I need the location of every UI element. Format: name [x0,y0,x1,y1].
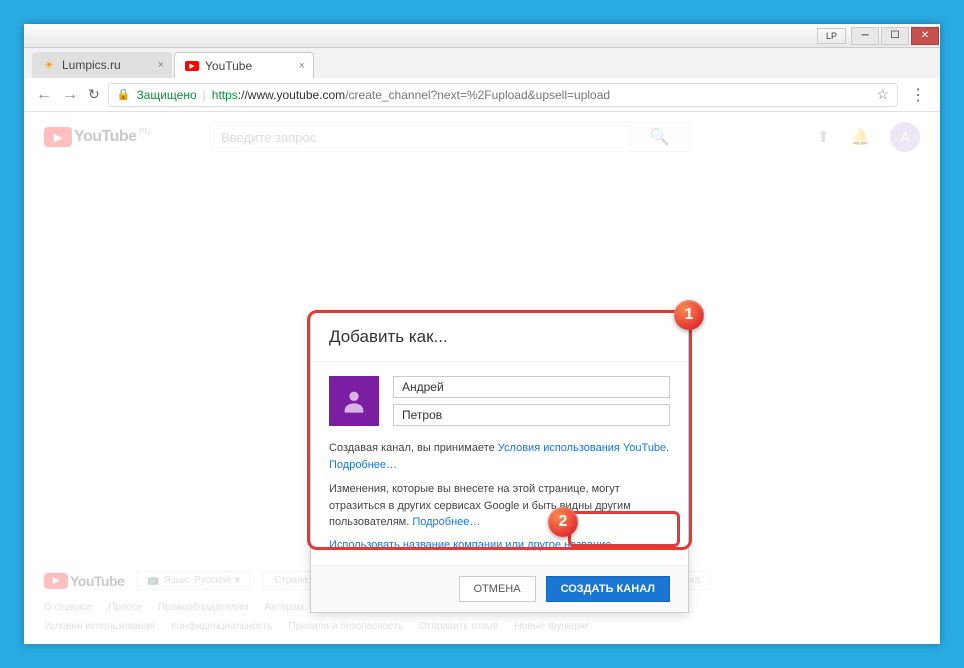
page-content: ▶ YouTube RU 🔍 ⬆ 🔔 A Добавить как... [24,112,940,644]
name-inputs [393,376,670,426]
person-icon [340,387,368,415]
close-icon[interactable]: × [158,59,164,71]
browser-tab-youtube[interactable]: ▶ YouTube × [174,52,314,78]
cancel-button[interactable]: ОТМЕНА [459,576,536,602]
forward-button[interactable]: → [60,84,80,106]
secure-label: Защищено [136,88,196,102]
tab-title: Lumpics.ru [62,58,121,72]
terms-text: Создавая канал, вы принимаете Условия ис… [329,440,670,473]
titlebar-user: LP [817,28,846,44]
create-channel-button[interactable]: СОЗДАТЬ КАНАЛ [546,576,670,602]
url-text: https://www.youtube.com/create_channel?n… [212,88,610,102]
last-name-input[interactable] [393,404,670,426]
window-close-button[interactable]: ✕ [911,27,939,45]
dialog-body: Создавая канал, вы принимаете Условия ис… [311,362,688,565]
bookmark-star-icon[interactable]: ☆ [876,86,889,103]
maximize-button[interactable]: ☐ [881,27,909,45]
window-titlebar: LP ─ ☐ ✕ [24,24,940,48]
back-button[interactable]: ← [34,84,54,106]
tabs-row: ☀ Lumpics.ru × ▶ YouTube × [24,48,940,78]
close-icon[interactable]: × [299,60,305,72]
first-name-input[interactable] [393,376,670,398]
annotation-badge-2: 2 [548,507,578,537]
use-business-name-link[interactable]: Использовать название компании или друго… [329,539,670,551]
minimize-button[interactable]: ─ [851,27,879,45]
url-bar[interactable]: 🔒 Защищено | https://www.youtube.com/cre… [108,83,898,107]
changes-text: Изменения, которые вы внесете на этой ст… [329,481,670,531]
profile-row [329,376,670,426]
youtube-icon: ▶ [185,59,199,73]
sun-icon: ☀ [42,58,56,72]
profile-picture[interactable] [329,376,379,426]
terms-link[interactable]: Условия использования YouTube [498,442,666,454]
reload-button[interactable]: ↻ [88,86,100,103]
address-bar: ← → ↻ 🔒 Защищено | https://www.youtube.c… [24,78,940,112]
browser-tab-lumpics[interactable]: ☀ Lumpics.ru × [32,52,172,78]
create-channel-dialog: Добавить как... Создавая канал, вы прини… [310,312,689,613]
terms-more-link[interactable]: Подробнее… [329,459,397,471]
nav-arrows: ← → [34,84,80,106]
lock-icon: 🔒 [117,88,131,101]
tab-title: YouTube [205,59,252,73]
dialog-title: Добавить как... [311,313,688,362]
browser-window: LP ─ ☐ ✕ ☀ Lumpics.ru × ▶ YouTube × ← → … [24,24,940,644]
dialog-footer: ОТМЕНА СОЗДАТЬ КАНАЛ [311,565,688,612]
changes-more-link[interactable]: Подробнее… [412,516,480,528]
chrome-menu-icon[interactable]: ⋮ [906,85,930,105]
annotation-badge-1: 1 [674,300,704,330]
